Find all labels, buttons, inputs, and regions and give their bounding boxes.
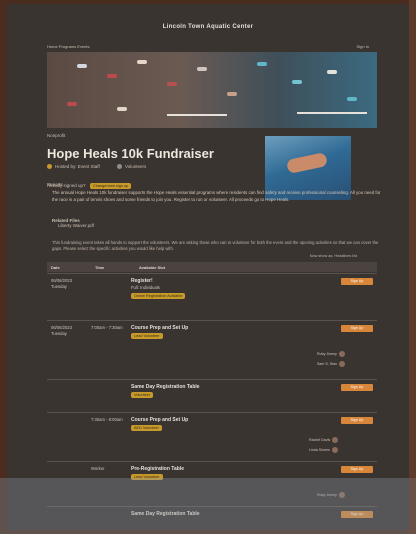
col-date: Date [51,264,60,270]
related-files: Related Files Liberty Waiver.pdf [52,218,94,228]
row-time: Worker [91,466,105,471]
view-toggle[interactable]: Now show as: Headlines list [310,254,357,258]
signup-button[interactable]: Sign Up [341,325,373,332]
row-date: 06/06/2023 [51,278,72,283]
avatar [332,437,339,443]
person-name: Sam S. Wan [317,362,338,366]
signup-button[interactable]: Sign Up [341,278,373,285]
signed-person: Linda Simms [309,447,338,453]
row-time: 7:30am - 8:00am [91,417,123,422]
sign-in-link[interactable]: Sign In [357,44,369,49]
row-day: Tuesday [51,284,67,289]
people-icon [117,164,122,169]
person-name: Ruby Jimmy [317,352,337,356]
event-note: This fundraising event takes all hands t… [52,240,379,251]
slot-pill: Online Registration Available [131,293,186,299]
main-nav[interactable]: Home Programs Events [47,44,89,49]
slot-title: Register! [131,278,153,284]
row-day: Tuesday [51,331,67,336]
slot-title: Course Prep and Set Up [131,325,189,331]
volunteer-label: Volunteers [125,164,147,169]
col-time: Time [95,264,105,270]
slot-pill: Lead Volunteer [131,333,163,339]
volunteer-count: Volunteers [117,164,146,169]
waiver-link[interactable]: Liberty Waiver.pdf [58,223,94,228]
person-name: Rachel Davis [309,438,331,442]
event-title: Hope Heals 10k Fundraiser [47,146,214,161]
signed-person: Sam S. Wan [317,361,346,367]
row-time: 7:00am - 7:30am [91,325,123,330]
page-frame: Lincoln Town Aquatic Center Home Program… [7,4,409,530]
signup-button[interactable]: Sign Up [341,417,373,424]
site-title: Lincoln Town Aquatic Center [162,24,254,30]
slots-table: Date Time Available Slot 06/06/2023 Tues… [47,262,377,518]
change-signup-button[interactable]: Change/view sign up [89,183,132,189]
signed-person: Rachel Davis [309,437,339,443]
bottom-overlay [0,478,416,534]
slot-sub: Full: Individuals [131,285,160,290]
event-banner-image [47,52,377,128]
table-row: Same Day Registration Table Volunteer Si… [47,379,377,412]
avatar [338,351,345,357]
event-description: The annual Hope Heals 10k fundraiser sup… [52,190,381,202]
host-label: Hosted by: Event Staff [55,164,100,169]
person-name: Linda Simms [309,448,330,452]
table-row: 7:30am - 8:00am Course Prep and Set Up A… [47,412,377,461]
slot-pill: AED Volunteer [131,425,162,431]
slot-title: Course Prep and Set Up [131,417,189,423]
event-host: Hosted by: Event Staff [47,164,100,169]
slot-pill: Volunteer [131,392,154,398]
slot-title: Pre-Registration Table [131,466,184,472]
row-date: 06/06/2023 [51,325,72,330]
table-header: Date Time Available Slot [47,262,377,272]
site-header: Lincoln Town Aquatic Center Home Program… [7,4,409,52]
col-slot: Available Slot [139,264,166,270]
signed-person: Ruby Jimmy [317,351,345,357]
right-overlay [409,0,416,534]
signup-button[interactable]: Sign Up [341,466,373,473]
reports-label: Reports [47,182,63,187]
avatar [331,447,338,453]
slot-title: Same Day Registration Table [131,384,200,390]
signup-button[interactable]: Sign Up [341,384,373,391]
host-avatar-icon [47,164,52,169]
avatar [339,361,346,367]
event-kicker: Nonprofit [47,133,66,138]
table-row: 06/06/2023 Tuesday Register! Full: Indiv… [47,273,377,320]
table-row: 06/06/2023 Tuesday 7:00am - 7:30am Cours… [47,320,377,379]
